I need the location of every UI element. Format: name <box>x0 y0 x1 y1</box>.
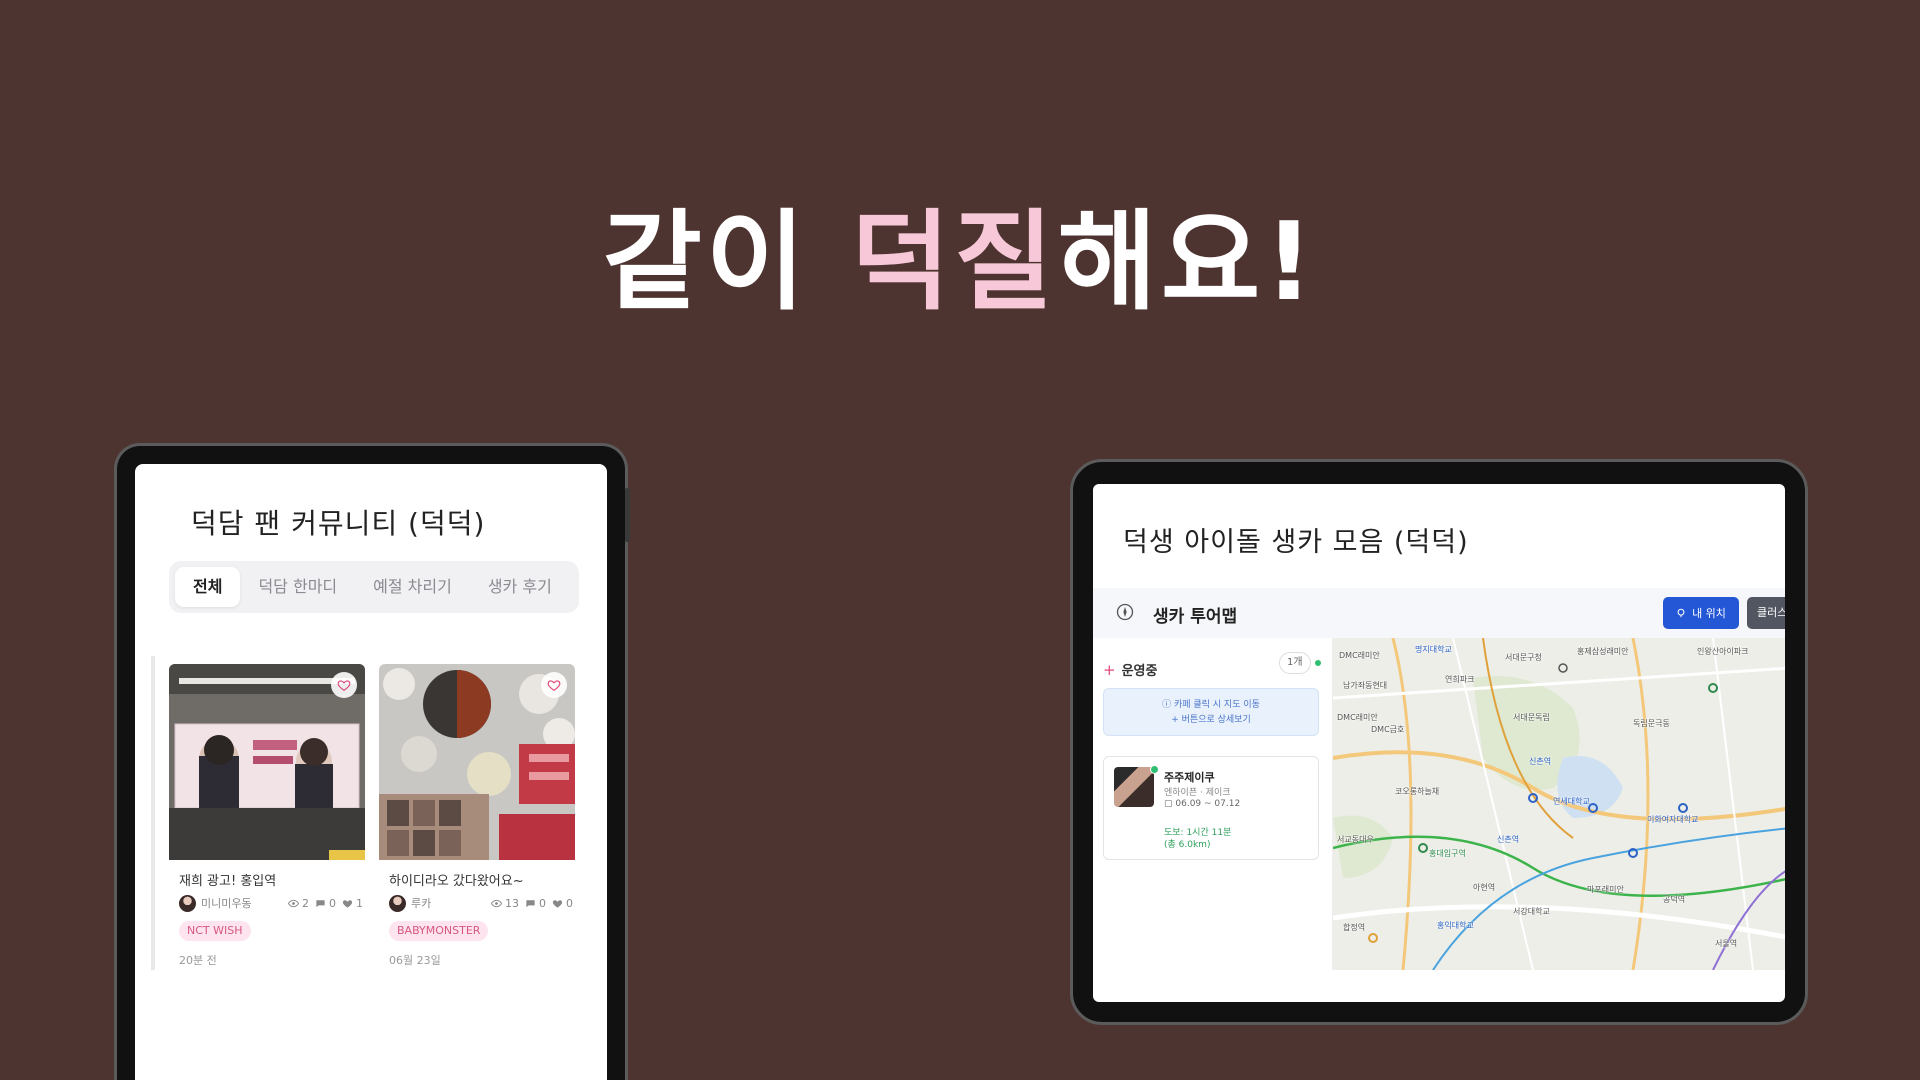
map-label: 남가좌동현대 <box>1343 681 1388 690</box>
tablet-map: 덕생 아이돌 생카 모음 (덕덕) 생카 투어맵 내 위치 클러스 + 운영중 … <box>1070 459 1808 1025</box>
post-title[interactable]: 하이디라오 갔다왔어요~ <box>389 870 524 889</box>
map-label: 연희파크 <box>1445 675 1475 684</box>
map-label: 서대문구청 <box>1505 653 1542 662</box>
hint-line-1: ⓘ 카페 클릭 시 지도 이동 <box>1162 700 1260 710</box>
cafe-artist: 엔하이픈 · 제이크 <box>1164 788 1231 798</box>
tablet-side-button <box>625 488 630 542</box>
headline-part2: 해요! <box>1057 200 1318 325</box>
post-thumbnail[interactable] <box>379 664 575 860</box>
headline-highlight: 덕질 <box>850 200 1058 325</box>
map-label: 홍대입구역 <box>1429 849 1466 858</box>
tab-etiquette[interactable]: 예절 차리기 <box>355 567 470 607</box>
like-button[interactable] <box>541 672 567 698</box>
location-pin-icon <box>1677 608 1685 618</box>
map-label: 합정역 <box>1343 923 1366 932</box>
heart-icon <box>342 899 353 908</box>
post-card[interactable]: 재희 광고! 홍입역 미니미우동 2 0 1 NCT WISH 20분 전 <box>169 664 365 970</box>
tab-all[interactable]: 전체 <box>175 567 241 607</box>
category-tabs: 전체 덕담 한마디 예절 차리기 생카 후기 <box>169 561 579 613</box>
map-view[interactable]: DMC래미안 명지대학교 서대문구청 홍제삼성래미안 인왕산아이파크 남가좌동현… <box>1333 638 1785 970</box>
author-name: 루카 <box>411 897 432 910</box>
post-title[interactable]: 재희 광고! 홍입역 <box>179 870 276 889</box>
map-label: 홍제삼성래미안 <box>1577 647 1629 656</box>
post-meta: 루카 13 0 0 <box>389 894 573 912</box>
tab-cafe-review[interactable]: 생카 후기 <box>470 567 570 607</box>
map-label: 마포래미안 <box>1587 885 1624 894</box>
headline-part1: 같이 <box>602 200 810 325</box>
tab-duckdam[interactable]: 덕담 한마디 <box>240 567 355 607</box>
map-label: 서울역 <box>1715 939 1738 948</box>
cafe-card[interactable]: 주주제이쿠 엔하이픈 · 제이크 ▢ 06.09 ~ 07.12 도보: 1시간… <box>1103 756 1319 860</box>
map-label: DMC금호 <box>1371 725 1405 734</box>
cafe-date: ▢ 06.09 ~ 07.12 <box>1164 799 1241 809</box>
post-card[interactable]: 하이디라오 갔다왔어요~ 루카 13 0 0 BABYMONSTER 06월 2… <box>379 664 575 970</box>
post-time: 06월 23일 <box>389 954 441 967</box>
open-status-dot <box>1150 765 1159 774</box>
heart-icon <box>552 899 563 908</box>
post-time: 20분 전 <box>179 954 217 967</box>
map-label: 신촌역 <box>1497 835 1520 844</box>
map-label: 서강대학교 <box>1513 907 1550 916</box>
cafe-list-panel: + 운영중 1개 ⓘ 카페 클릭 시 지도 이동 + 버튼으로 상세보기 주주제… <box>1093 638 1333 970</box>
page-title: 덕생 아이돌 생카 모음 (덕덕) <box>1123 527 1469 558</box>
view-count: 2 <box>288 897 309 910</box>
map-label: 신촌역 <box>1529 757 1552 766</box>
hint-line-2: + 버튼으로 상세보기 <box>1171 715 1251 725</box>
artist-tag[interactable]: NCT WISH <box>179 921 251 941</box>
like-button[interactable] <box>331 672 357 698</box>
cafe-thumbnail <box>1114 767 1154 807</box>
artist-tag[interactable]: BABYMONSTER <box>389 921 489 941</box>
section-header[interactable]: + 운영중 <box>1103 660 1158 680</box>
status-dot <box>1315 660 1321 666</box>
eye-icon <box>288 899 299 907</box>
eye-icon <box>491 899 502 907</box>
map-label: 아현역 <box>1473 883 1496 892</box>
map-label: 서대문독립 <box>1513 713 1550 722</box>
map-label: 서교동대우 <box>1337 835 1374 844</box>
author-name: 미니미우동 <box>201 897 252 910</box>
map-label: 독립문극동 <box>1633 719 1670 728</box>
my-location-button[interactable]: 내 위치 <box>1663 597 1739 629</box>
heart-icon <box>337 680 351 691</box>
comment-count: 0 <box>315 897 336 910</box>
map-label: 명지대학교 <box>1415 645 1452 654</box>
section-label: 운영중 <box>1121 664 1158 679</box>
comment-icon <box>316 899 325 907</box>
map-label: 인왕산아이파크 <box>1697 647 1749 656</box>
plus-icon[interactable]: + <box>1103 661 1116 679</box>
compass-icon <box>1116 603 1134 621</box>
comment-count: 0 <box>525 897 546 910</box>
map-label: 홍익대학교 <box>1437 921 1474 930</box>
post-thumbnail[interactable] <box>169 664 365 860</box>
view-count: 13 <box>491 897 519 910</box>
avatar <box>179 894 196 912</box>
map-label: 연세대학교 <box>1553 797 1590 806</box>
like-count: 0 <box>552 897 573 910</box>
map-label: 이화여자대학교 <box>1647 815 1699 824</box>
map-label: 공덕역 <box>1663 895 1686 904</box>
heart-icon <box>547 680 561 691</box>
post-meta: 미니미우동 2 0 1 <box>179 894 363 912</box>
map-label: DMC래미안 <box>1339 651 1380 660</box>
map-label: 코오롱하늘채 <box>1395 787 1440 796</box>
hint-box: ⓘ 카페 클릭 시 지도 이동 + 버튼으로 상세보기 <box>1103 688 1319 736</box>
walk-distance: (총 6.0km) <box>1164 840 1211 850</box>
cafe-name: 주주제이쿠 <box>1164 771 1215 784</box>
map-label: DMC래미안 <box>1337 713 1378 722</box>
like-count: 1 <box>342 897 363 910</box>
avatar <box>389 894 406 912</box>
cluster-button[interactable]: 클러스 <box>1747 597 1785 629</box>
post-feed: 재희 광고! 홍입역 미니미우동 2 0 1 NCT WISH 20분 전 하이… <box>151 656 597 970</box>
calendar-icon: ▢ <box>1164 799 1176 809</box>
map-header: 생카 투어맵 내 위치 클러스 <box>1093 588 1785 638</box>
tablet-community: 덕담 팬 커뮤니티 (덕덕) 전체 덕담 한마디 예절 차리기 생카 후기 재희… <box>114 443 628 1080</box>
map-screen: 덕생 아이돌 생카 모음 (덕덕) 생카 투어맵 내 위치 클러스 + 운영중 … <box>1093 484 1785 1002</box>
community-screen: 덕담 팬 커뮤니티 (덕덕) 전체 덕담 한마디 예절 차리기 생카 후기 재희… <box>135 464 607 1080</box>
count-badge: 1개 <box>1279 652 1311 674</box>
comment-icon <box>526 899 535 907</box>
headline: 같이 덕질해요! <box>0 198 1920 328</box>
page-title: 덕담 팬 커뮤니티 (덕덕) <box>191 507 486 540</box>
map-header-title: 생카 투어맵 <box>1153 607 1238 627</box>
